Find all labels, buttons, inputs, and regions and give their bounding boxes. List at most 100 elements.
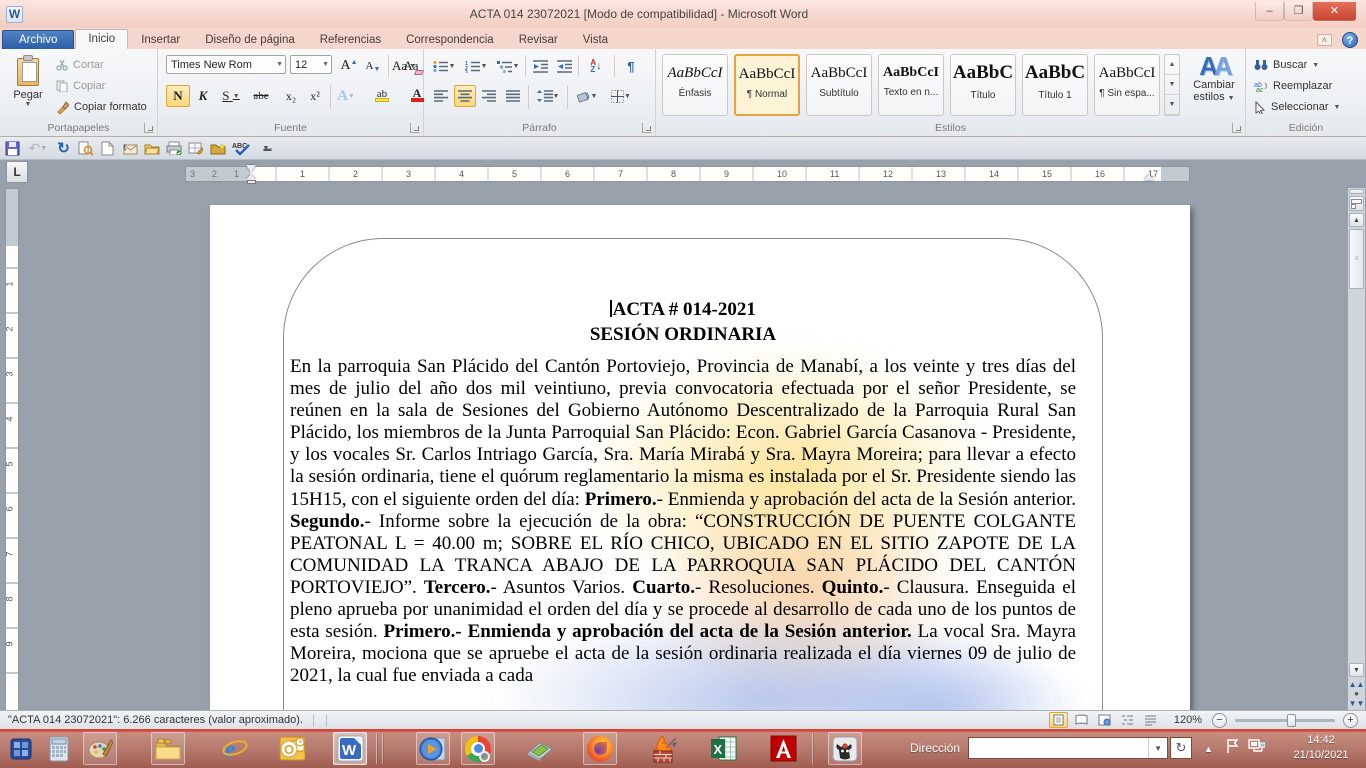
- style-texto-en-negrita[interactable]: AaBbCcI Texto en n...: [878, 54, 944, 116]
- undo-icon[interactable]: ↶▼: [25, 139, 51, 157]
- tab-revisar[interactable]: Revisar: [507, 31, 570, 49]
- bullets-button[interactable]: ▼: [430, 55, 458, 77]
- split-handle[interactable]: [1349, 189, 1364, 194]
- tab-archivo[interactable]: Archivo: [2, 30, 74, 49]
- zoom-in-icon[interactable]: +: [1343, 713, 1358, 728]
- parrafo-dialog-launcher[interactable]: [642, 123, 652, 133]
- clear-formatting-button[interactable]: Aa: [400, 55, 422, 77]
- text-effects-button[interactable]: A▼: [335, 85, 357, 107]
- save-icon[interactable]: [3, 139, 22, 157]
- style-titulo-1[interactable]: AaBbC Título 1: [1022, 54, 1088, 116]
- start-button[interactable]: [4, 732, 38, 765]
- document-body-text[interactable]: En la parroquia San Plácido del Cantón P…: [290, 356, 1076, 687]
- excel-icon[interactable]: X: [706, 732, 740, 765]
- firewall-icon[interactable]: [646, 732, 680, 765]
- left-indent-box-marker[interactable]: [247, 180, 256, 184]
- gallery-down-icon[interactable]: ▼: [1165, 75, 1179, 95]
- tab-insertar[interactable]: Insertar: [129, 31, 192, 49]
- draw-table-icon[interactable]: [186, 139, 205, 157]
- increase-indent-button[interactable]: [553, 55, 575, 77]
- media-player-icon[interactable]: [416, 732, 450, 765]
- scroll-thumb[interactable]: ≡: [1349, 229, 1364, 289]
- sort-button[interactable]: AZ ↓: [582, 55, 610, 77]
- shading-button[interactable]: ▼: [572, 85, 602, 107]
- chrome-icon[interactable]: [461, 732, 495, 765]
- numbering-button[interactable]: 123▼: [462, 55, 490, 77]
- new-document-icon[interactable]: [98, 139, 117, 157]
- restore-button[interactable]: ❐: [1284, 2, 1313, 21]
- view-full-screen-icon[interactable]: [1072, 712, 1091, 728]
- first-line-indent-marker[interactable]: [246, 165, 256, 172]
- zoom-level[interactable]: 120%: [1174, 714, 1202, 726]
- outlook-icon[interactable]: O: [275, 732, 309, 765]
- minimize-button[interactable]: –: [1255, 2, 1284, 21]
- align-left-button[interactable]: [430, 85, 452, 107]
- file-explorer-icon[interactable]: [151, 732, 185, 765]
- portapapeles-dialog-launcher[interactable]: [144, 123, 154, 133]
- style-subtitulo[interactable]: AaBbCcI Subtítulo: [806, 54, 872, 116]
- style-normal[interactable]: AaBbCcI ¶ Normal: [734, 54, 800, 116]
- scroll-up-icon[interactable]: ▲: [1349, 213, 1364, 227]
- style-sin-espaciado[interactable]: AaBbCcI ¶ Sin espa...: [1094, 54, 1160, 116]
- scanner-icon[interactable]: [523, 732, 557, 765]
- firefox-icon[interactable]: [583, 732, 617, 765]
- redo-icon[interactable]: ↻: [54, 139, 73, 157]
- action-center-flag-icon[interactable]: [1226, 738, 1240, 754]
- java-icon[interactable]: [828, 732, 862, 765]
- view-print-layout-icon[interactable]: [1049, 712, 1068, 728]
- right-indent-marker[interactable]: [1144, 174, 1154, 180]
- align-right-button[interactable]: [478, 85, 500, 107]
- attach-mail-icon[interactable]: [120, 139, 139, 157]
- paste-button[interactable]: Pegar ▼: [7, 53, 49, 123]
- next-page-icon[interactable]: ▼▼: [1349, 698, 1364, 708]
- italic-button[interactable]: K: [192, 85, 214, 107]
- document-page[interactable]: ACTA # 014-2021 SESIÓN ORDINARIA En la p…: [210, 205, 1190, 710]
- align-center-button[interactable]: [454, 85, 476, 107]
- tab-vista[interactable]: Vista: [571, 31, 620, 49]
- bold-button[interactable]: N: [166, 85, 190, 107]
- estilos-dialog-launcher[interactable]: [1232, 123, 1242, 133]
- zoom-slider-thumb[interactable]: [1287, 714, 1296, 727]
- change-styles-button[interactable]: AA Cambiarestilos ▼: [1186, 53, 1242, 123]
- find-button[interactable]: Buscar▼: [1254, 55, 1319, 75]
- minimize-ribbon-icon[interactable]: ˄: [1317, 34, 1332, 46]
- paint-icon[interactable]: [83, 732, 117, 765]
- replace-button[interactable]: abac Reemplazar: [1254, 76, 1332, 96]
- address-dropdown-icon[interactable]: ▼: [1148, 738, 1167, 758]
- calculator-icon[interactable]: [42, 732, 76, 765]
- taskbar-clock[interactable]: 14:42 21/10/2021: [1282, 733, 1360, 763]
- style-enfasis[interactable]: AaBbCcI Énfasis: [662, 54, 728, 116]
- scroll-down-icon[interactable]: ▼: [1349, 663, 1364, 677]
- underline-button[interactable]: S ▼: [216, 85, 246, 107]
- zoom-out-icon[interactable]: −: [1212, 713, 1227, 728]
- view-web-layout-icon[interactable]: [1095, 712, 1114, 728]
- format-painter-button[interactable]: Copiar formato: [56, 97, 147, 117]
- tab-correspondencia[interactable]: Correspondencia: [394, 31, 506, 49]
- gallery-more-icon[interactable]: ▼: [1165, 95, 1179, 115]
- font-size-combo[interactable]: 12▼: [290, 55, 332, 74]
- network-icon[interactable]: [1248, 739, 1265, 753]
- ruler-toggle-icon[interactable]: [1349, 196, 1364, 211]
- tab-diseno-de-pagina[interactable]: Diseño de página: [193, 31, 307, 49]
- select-button[interactable]: Seleccionar▼: [1254, 97, 1340, 117]
- open-folder-icon[interactable]: [142, 139, 161, 157]
- autocad-icon[interactable]: [766, 732, 800, 765]
- tab-selector[interactable]: L: [6, 161, 28, 183]
- help-icon[interactable]: ?: [1342, 32, 1358, 48]
- show-marks-button[interactable]: ¶: [620, 55, 642, 77]
- browse-object-icon[interactable]: ●: [1349, 689, 1364, 698]
- borders-button[interactable]: ▼: [606, 85, 636, 107]
- previous-page-icon[interactable]: ▲▲: [1349, 679, 1364, 689]
- shrink-font-button[interactable]: A▼: [362, 55, 384, 77]
- line-spacing-button[interactable]: ▼: [533, 85, 563, 107]
- word-app-icon[interactable]: W: [6, 6, 23, 23]
- address-input[interactable]: ▼: [968, 737, 1168, 759]
- justify-button[interactable]: [502, 85, 524, 107]
- copy-button[interactable]: Copiar: [56, 76, 105, 96]
- view-draft-icon[interactable]: [1141, 712, 1160, 728]
- address-refresh-icon[interactable]: ↻: [1170, 737, 1192, 759]
- show-hidden-icons[interactable]: ▲: [1204, 741, 1213, 755]
- close-button[interactable]: ✕: [1313, 2, 1356, 21]
- style-titulo[interactable]: AaBbC Título: [950, 54, 1016, 116]
- quick-print-icon[interactable]: [164, 139, 183, 157]
